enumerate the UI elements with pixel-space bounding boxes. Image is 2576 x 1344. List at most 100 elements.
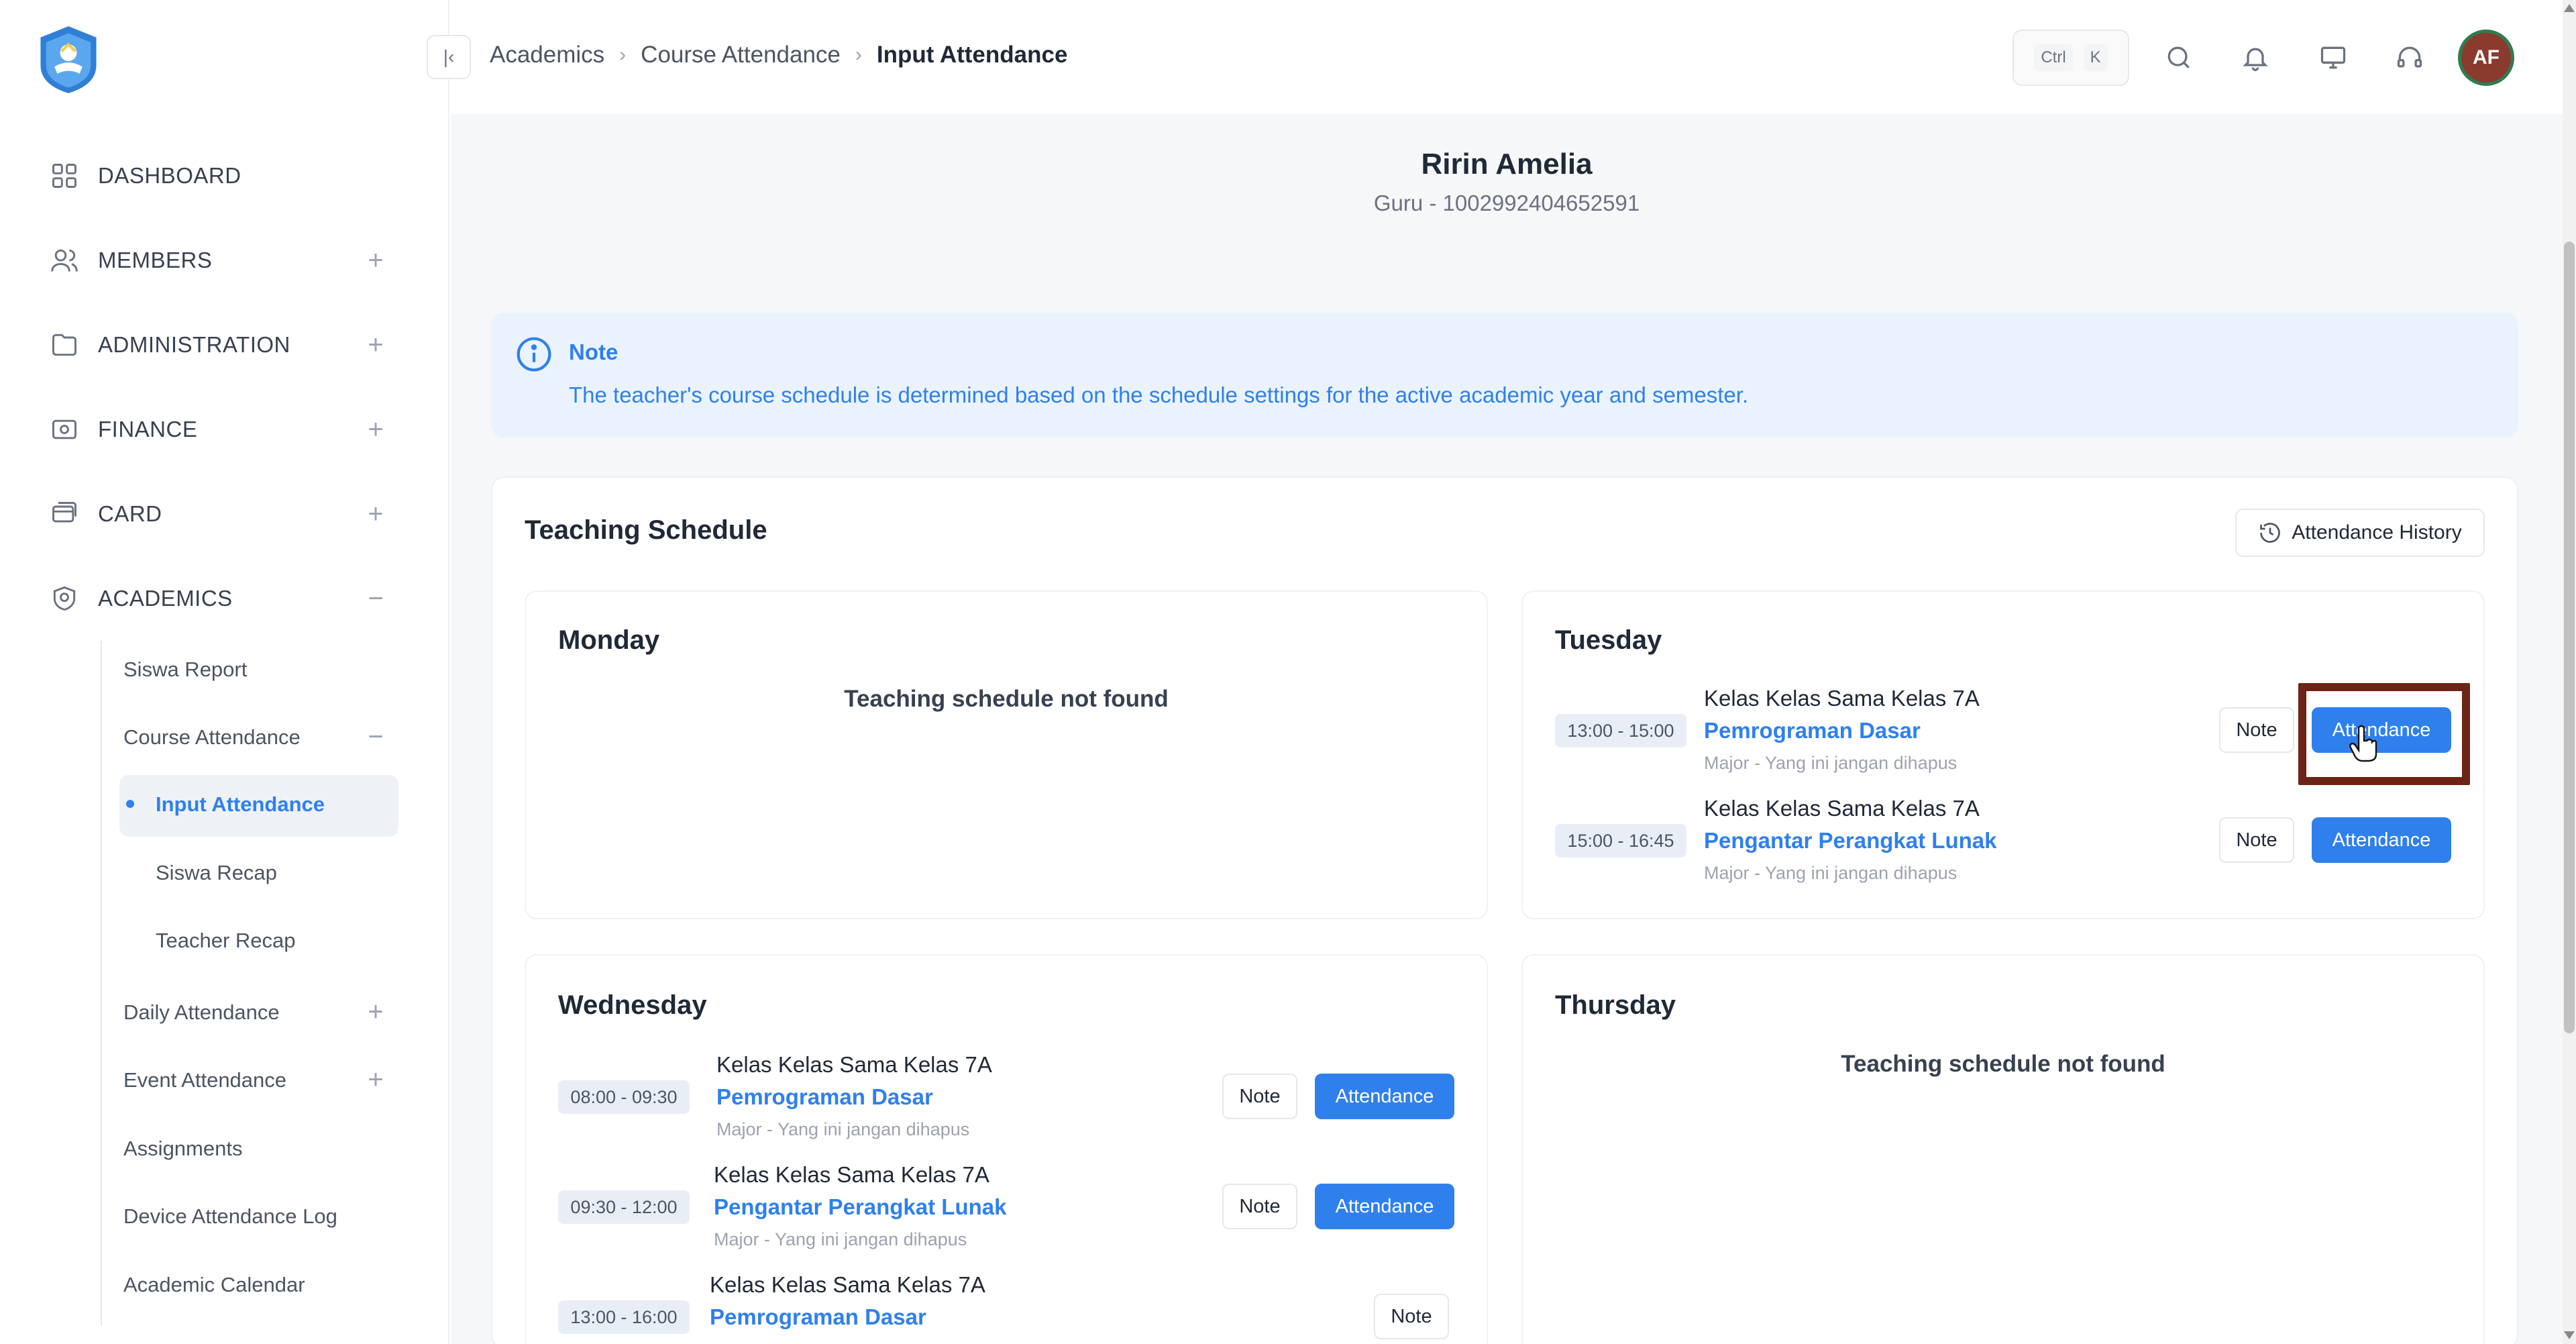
class-name: Kelas Kelas Sama Kelas 7A xyxy=(1704,796,1980,821)
breadcrumb-item-current: Input Attendance xyxy=(876,42,1068,68)
attendance-button[interactable]: Attendance xyxy=(1315,1074,1454,1119)
class-name: Kelas Kelas Sama Kelas 7A xyxy=(1704,686,1980,711)
plus-icon[interactable]: + xyxy=(364,997,388,1027)
kbd-k: K xyxy=(2083,44,2108,71)
schedule-not-found: Teaching schedule not found xyxy=(1841,1051,2165,1077)
collapse-left-icon[interactable]: |‹ xyxy=(427,35,471,79)
kbd-ctrl: Ctrl xyxy=(2034,44,2073,71)
sidebar-item-label: ACADEMICS xyxy=(98,586,233,611)
plus-icon[interactable]: + xyxy=(364,1065,388,1095)
profile-name: Ririn Amelia xyxy=(1421,148,1593,180)
course-name[interactable]: Pemrograman Dasar xyxy=(1704,718,1921,743)
breadcrumb: Academics › Course Attendance › Input At… xyxy=(490,42,1067,68)
card-icon xyxy=(48,498,80,530)
scroll-down-icon[interactable] xyxy=(2564,1331,2575,1339)
sidebar-item-input-attendance[interactable]: Input Attendance xyxy=(156,792,325,817)
sidebar-item-device-attendance-log[interactable]: Device Attendance Log xyxy=(123,1204,337,1229)
sidebar-item-assignments[interactable]: Assignments xyxy=(123,1137,242,1161)
attendance-button[interactable]: Attendance xyxy=(1315,1184,1454,1229)
submenu-divider xyxy=(101,641,102,1325)
plus-icon[interactable]: + xyxy=(364,416,388,443)
minus-icon[interactable]: − xyxy=(364,585,388,612)
sidebar: DASHBOARD MEMBERS + ADMINISTRATION + FIN… xyxy=(0,0,449,1344)
hand-cursor-icon xyxy=(2349,725,2377,762)
scroll-up-icon[interactable] xyxy=(2564,4,2575,12)
search-icon[interactable] xyxy=(2161,40,2196,75)
monitor-icon[interactable] xyxy=(2316,40,2351,75)
attendance-button[interactable]: Attendance xyxy=(2312,817,2451,863)
sidebar-item-teacher-recap[interactable]: Teacher Recap xyxy=(156,929,296,953)
note-title: Note xyxy=(569,340,619,364)
plus-icon[interactable]: + xyxy=(364,247,388,274)
note-button[interactable]: Note xyxy=(1222,1184,1297,1229)
plus-icon[interactable]: + xyxy=(364,501,388,527)
info-icon xyxy=(517,337,551,372)
course-name[interactable]: Pengantar Perangkat Lunak xyxy=(714,1194,1006,1220)
folder-icon xyxy=(48,329,80,361)
sidebar-item-label: MEMBERS xyxy=(98,248,213,272)
breadcrumb-item-course-attendance[interactable]: Course Attendance xyxy=(641,42,841,68)
day-title-tuesday: Tuesday xyxy=(1555,625,1662,655)
day-title-monday: Monday xyxy=(558,625,660,655)
day-card-monday xyxy=(525,590,1488,919)
class-name: Kelas Kelas Sama Kelas 7A xyxy=(710,1272,985,1297)
course-name[interactable]: Pemrograman Dasar xyxy=(710,1304,926,1330)
headset-icon[interactable] xyxy=(2392,40,2427,75)
time-badge: 13:00 - 16:00 xyxy=(558,1300,690,1334)
chevron-right-icon: › xyxy=(855,44,862,66)
search-shortcut[interactable]: Ctrl K xyxy=(2012,30,2129,86)
major-text: Major - Yang ini jangan dihapus xyxy=(714,1229,967,1249)
time-badge: 08:00 - 09:30 xyxy=(558,1080,690,1114)
sidebar-item-siswa-recap[interactable]: Siswa Recap xyxy=(156,861,277,885)
sidebar-item-academic-calendar[interactable]: Academic Calendar xyxy=(123,1273,305,1297)
sidebar-item-label: DASHBOARD xyxy=(98,163,241,188)
day-title-thursday: Thursday xyxy=(1555,990,1676,1020)
note-button[interactable]: Note xyxy=(2219,817,2294,863)
note-text: The teacher's course schedule is determi… xyxy=(569,382,1749,407)
academics-icon xyxy=(48,582,80,615)
sidebar-item-label: CARD xyxy=(98,501,162,526)
main-content: Ririn Amelia Guru - 1002992404652591 Not… xyxy=(451,114,2563,1344)
sidebar-item-finance[interactable]: FINANCE + xyxy=(0,396,449,463)
major-text: Major - Yang ini jangan dihapus xyxy=(716,1119,970,1139)
sidebar-item-administration[interactable]: ADMINISTRATION + xyxy=(0,311,449,378)
class-name: Kelas Kelas Sama Kelas 7A xyxy=(714,1162,989,1187)
bell-icon[interactable] xyxy=(2238,40,2273,75)
chevron-right-icon: › xyxy=(619,44,627,66)
sidebar-item-label: ADMINISTRATION xyxy=(98,332,290,357)
time-badge: 15:00 - 16:45 xyxy=(1555,824,1686,858)
major-text: Major - Yang ini jangan dihapus xyxy=(1704,863,1957,883)
attendance-history-label: Attendance History xyxy=(2292,521,2462,544)
day-title-wednesday: Wednesday xyxy=(558,990,707,1020)
avatar[interactable]: AF xyxy=(2458,30,2514,86)
profile-subtitle: Guru - 1002992404652591 xyxy=(1373,191,1640,215)
sidebar-item-event-attendance[interactable]: Event Attendance xyxy=(123,1068,286,1092)
grid-icon xyxy=(48,160,80,192)
sidebar-item-course-attendance[interactable]: Course Attendance xyxy=(123,725,301,749)
wallet-icon xyxy=(48,413,80,446)
sidebar-item-card[interactable]: CARD + xyxy=(0,480,449,548)
note-button[interactable]: Note xyxy=(1374,1294,1449,1339)
scrollbar-thumb[interactable] xyxy=(2564,242,2575,1033)
schedule-not-found: Teaching schedule not found xyxy=(844,686,1169,712)
breadcrumb-item-academics[interactable]: Academics xyxy=(490,42,604,68)
attendance-history-button[interactable]: Attendance History xyxy=(2235,509,2485,557)
note-button[interactable]: Note xyxy=(1222,1074,1297,1119)
time-badge: 09:30 - 12:00 xyxy=(558,1190,690,1224)
users-icon xyxy=(48,244,80,276)
sidebar-item-siswa-report[interactable]: Siswa Report xyxy=(123,658,247,682)
time-badge: 13:00 - 15:00 xyxy=(1555,714,1686,747)
teaching-schedule-title: Teaching Schedule xyxy=(525,515,767,545)
course-name[interactable]: Pemrograman Dasar xyxy=(716,1084,933,1110)
minus-icon[interactable]: − xyxy=(364,722,388,752)
plus-icon[interactable]: + xyxy=(364,331,388,358)
sidebar-item-academics[interactable]: ACADEMICS − xyxy=(0,565,449,632)
sidebar-item-daily-attendance[interactable]: Daily Attendance xyxy=(123,1000,280,1025)
sidebar-item-members[interactable]: MEMBERS + xyxy=(0,227,449,294)
note-button[interactable]: Note xyxy=(2219,707,2294,753)
logo-icon[interactable] xyxy=(34,23,103,96)
class-name: Kelas Kelas Sama Kelas 7A xyxy=(716,1052,992,1077)
note-banner xyxy=(491,313,2518,437)
sidebar-item-dashboard[interactable]: DASHBOARD xyxy=(0,142,449,209)
course-name[interactable]: Pengantar Perangkat Lunak xyxy=(1704,828,1996,854)
